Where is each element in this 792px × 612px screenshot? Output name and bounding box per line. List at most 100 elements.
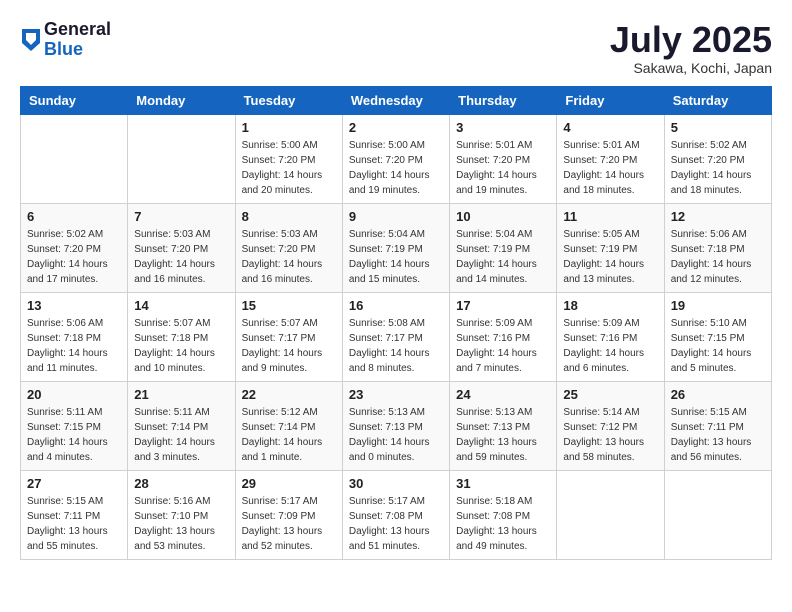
day-info: Sunrise: 5:01 AM Sunset: 7:20 PM Dayligh… (563, 138, 657, 198)
calendar-cell: 19 Sunrise: 5:10 AM Sunset: 7:15 PM Dayli… (664, 292, 771, 381)
day-info: Sunrise: 5:02 AM Sunset: 7:20 PM Dayligh… (27, 227, 121, 287)
day-number: 20 (27, 387, 121, 402)
calendar-week-row: 20Sunrise: 5:11 AM Sunset: 7:15 PM Dayli… (21, 381, 772, 470)
calendar-week-row: 13 Sunrise: 5:06 AM Sunset: 7:18 PM Dayli… (21, 292, 772, 381)
calendar-cell: 22 Sunrise: 5:12 AM Sunset: 7:14 PM Dayli… (235, 381, 342, 470)
day-number: 13 (27, 298, 121, 313)
day-info: Sunrise: 5:10 AM Sunset: 7:15 PM Dayligh… (671, 316, 765, 376)
calendar-cell: 7 Sunrise: 5:03 AM Sunset: 7:20 PM Daylig… (128, 203, 235, 292)
calendar-cell: 3 Sunrise: 5:01 AM Sunset: 7:20 PM Daylig… (450, 114, 557, 203)
calendar-cell: 24Sunrise: 5:13 AM Sunset: 7:13 PM Dayli… (450, 381, 557, 470)
day-info: Sunrise: 5:15 AM Sunset: 7:11 PM Dayligh… (671, 405, 765, 465)
day-info: Sunrise: 5:17 AM Sunset: 7:08 PM Dayligh… (349, 494, 443, 554)
calendar-cell: 10 Sunrise: 5:04 AM Sunset: 7:19 PM Dayli… (450, 203, 557, 292)
day-number: 4 (563, 120, 657, 135)
day-info: Sunrise: 5:04 AM Sunset: 7:19 PM Dayligh… (456, 227, 550, 287)
day-info: Sunrise: 5:02 AM Sunset: 7:20 PM Dayligh… (671, 138, 765, 198)
calendar-cell: 15Sunrise: 5:07 AM Sunset: 7:17 PM Dayli… (235, 292, 342, 381)
day-number: 27 (27, 476, 121, 491)
calendar-cell: 12 Sunrise: 5:06 AM Sunset: 7:18 PM Dayli… (664, 203, 771, 292)
calendar-cell: 28 Sunrise: 5:16 AM Sunset: 7:10 PM Dayli… (128, 470, 235, 559)
weekday-header: Friday (557, 86, 664, 114)
day-info: Sunrise: 5:12 AM Sunset: 7:14 PM Dayligh… (242, 405, 336, 465)
logo-text: General Blue (44, 20, 111, 60)
calendar-cell: 20Sunrise: 5:11 AM Sunset: 7:15 PM Dayli… (21, 381, 128, 470)
calendar-cell (664, 470, 771, 559)
day-number: 30 (349, 476, 443, 491)
month-title: July 2025 (610, 20, 772, 60)
calendar-cell: 17Sunrise: 5:09 AM Sunset: 7:16 PM Dayli… (450, 292, 557, 381)
calendar-cell: 5Sunrise: 5:02 AM Sunset: 7:20 PM Daylig… (664, 114, 771, 203)
calendar-cell: 23 Sunrise: 5:13 AM Sunset: 7:13 PM Dayli… (342, 381, 449, 470)
calendar-cell: 26 Sunrise: 5:15 AM Sunset: 7:11 PM Dayli… (664, 381, 771, 470)
calendar-cell: 2Sunrise: 5:00 AM Sunset: 7:20 PM Daylig… (342, 114, 449, 203)
calendar-week-row: 6 Sunrise: 5:02 AM Sunset: 7:20 PM Daylig… (21, 203, 772, 292)
location: Sakawa, Kochi, Japan (610, 60, 772, 76)
day-number: 26 (671, 387, 765, 402)
weekday-header: Wednesday (342, 86, 449, 114)
logo-icon (22, 29, 40, 51)
logo-general: General (44, 20, 111, 40)
day-info: Sunrise: 5:11 AM Sunset: 7:14 PM Dayligh… (134, 405, 228, 465)
day-info: Sunrise: 5:06 AM Sunset: 7:18 PM Dayligh… (27, 316, 121, 376)
day-number: 16 (349, 298, 443, 313)
day-info: Sunrise: 5:00 AM Sunset: 7:20 PM Dayligh… (242, 138, 336, 198)
day-info: Sunrise: 5:13 AM Sunset: 7:13 PM Dayligh… (456, 405, 550, 465)
day-number: 12 (671, 209, 765, 224)
day-number: 21 (134, 387, 228, 402)
calendar-cell: 8 Sunrise: 5:03 AM Sunset: 7:20 PM Daylig… (235, 203, 342, 292)
day-number: 10 (456, 209, 550, 224)
day-info: Sunrise: 5:03 AM Sunset: 7:20 PM Dayligh… (242, 227, 336, 287)
day-info: Sunrise: 5:18 AM Sunset: 7:08 PM Dayligh… (456, 494, 550, 554)
calendar-cell: 31 Sunrise: 5:18 AM Sunset: 7:08 PM Dayli… (450, 470, 557, 559)
day-number: 22 (242, 387, 336, 402)
day-number: 7 (134, 209, 228, 224)
day-info: Sunrise: 5:08 AM Sunset: 7:17 PM Dayligh… (349, 316, 443, 376)
calendar-cell: 25 Sunrise: 5:14 AM Sunset: 7:12 PM Dayli… (557, 381, 664, 470)
day-number: 19 (671, 298, 765, 313)
day-info: Sunrise: 5:09 AM Sunset: 7:16 PM Dayligh… (563, 316, 657, 376)
logo: General Blue (20, 20, 111, 60)
day-info: Sunrise: 5:01 AM Sunset: 7:20 PM Dayligh… (456, 138, 550, 198)
day-info: Sunrise: 5:14 AM Sunset: 7:12 PM Dayligh… (563, 405, 657, 465)
calendar-cell: 14Sunrise: 5:07 AM Sunset: 7:18 PM Dayli… (128, 292, 235, 381)
calendar: SundayMondayTuesdayWednesdayThursdayFrid… (20, 86, 772, 560)
calendar-week-row: 27Sunrise: 5:15 AM Sunset: 7:11 PM Dayli… (21, 470, 772, 559)
day-info: Sunrise: 5:16 AM Sunset: 7:10 PM Dayligh… (134, 494, 228, 554)
day-number: 25 (563, 387, 657, 402)
day-info: Sunrise: 5:13 AM Sunset: 7:13 PM Dayligh… (349, 405, 443, 465)
day-number: 9 (349, 209, 443, 224)
calendar-cell: 30 Sunrise: 5:17 AM Sunset: 7:08 PM Dayli… (342, 470, 449, 559)
calendar-cell: 29Sunrise: 5:17 AM Sunset: 7:09 PM Dayli… (235, 470, 342, 559)
day-info: Sunrise: 5:03 AM Sunset: 7:20 PM Dayligh… (134, 227, 228, 287)
calendar-cell: 9 Sunrise: 5:04 AM Sunset: 7:19 PM Daylig… (342, 203, 449, 292)
calendar-cell (21, 114, 128, 203)
day-number: 3 (456, 120, 550, 135)
day-number: 15 (242, 298, 336, 313)
weekday-header: Sunday (21, 86, 128, 114)
calendar-cell: 11Sunrise: 5:05 AM Sunset: 7:19 PM Dayli… (557, 203, 664, 292)
calendar-cell: 13 Sunrise: 5:06 AM Sunset: 7:18 PM Dayli… (21, 292, 128, 381)
calendar-cell: 16 Sunrise: 5:08 AM Sunset: 7:17 PM Dayli… (342, 292, 449, 381)
day-info: Sunrise: 5:04 AM Sunset: 7:19 PM Dayligh… (349, 227, 443, 287)
day-number: 2 (349, 120, 443, 135)
day-number: 18 (563, 298, 657, 313)
weekday-header: Saturday (664, 86, 771, 114)
calendar-cell (128, 114, 235, 203)
day-number: 28 (134, 476, 228, 491)
calendar-cell: 4 Sunrise: 5:01 AM Sunset: 7:20 PM Daylig… (557, 114, 664, 203)
day-number: 23 (349, 387, 443, 402)
day-number: 17 (456, 298, 550, 313)
day-number: 6 (27, 209, 121, 224)
title-area: July 2025 Sakawa, Kochi, Japan (610, 20, 772, 76)
logo-blue: Blue (44, 40, 111, 60)
day-number: 31 (456, 476, 550, 491)
day-info: Sunrise: 5:06 AM Sunset: 7:18 PM Dayligh… (671, 227, 765, 287)
day-number: 8 (242, 209, 336, 224)
calendar-week-row: 1Sunrise: 5:00 AM Sunset: 7:20 PM Daylig… (21, 114, 772, 203)
day-info: Sunrise: 5:17 AM Sunset: 7:09 PM Dayligh… (242, 494, 336, 554)
calendar-cell: 21 Sunrise: 5:11 AM Sunset: 7:14 PM Dayli… (128, 381, 235, 470)
weekday-header: Tuesday (235, 86, 342, 114)
weekday-header: Monday (128, 86, 235, 114)
day-number: 11 (563, 209, 657, 224)
